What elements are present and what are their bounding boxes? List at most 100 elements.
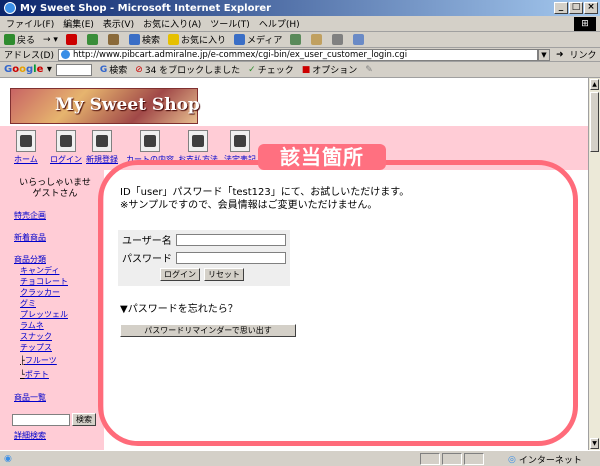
- cart-icon: [140, 130, 160, 152]
- popup-blocked-indicator[interactable]: ⊘ 34 をブロックしました: [135, 63, 240, 77]
- spell-check-button[interactable]: ✓ チェック: [248, 63, 294, 77]
- print-icon: [332, 34, 344, 45]
- scroll-up-button[interactable]: ▲: [590, 79, 599, 90]
- search-button[interactable]: 検索: [128, 33, 160, 46]
- address-dropdown-button[interactable]: ▼: [537, 48, 550, 61]
- minimize-button[interactable]: _: [554, 2, 568, 14]
- google-search-button[interactable]: G 検索: [99, 63, 127, 77]
- sidebar-item-ramune[interactable]: ラムネ: [20, 320, 44, 331]
- welcome-message: いらっしゃいませ ゲストさん: [19, 178, 91, 199]
- menu-file[interactable]: ファイル(F): [6, 17, 54, 30]
- address-url: http://www.pibcart.admiralne.jp/e-commex…: [72, 49, 408, 60]
- address-label: アドレス(D): [4, 51, 54, 61]
- address-input[interactable]: http://www.pibcart.admiralne.jp/e-commex…: [57, 48, 538, 61]
- ie-icon: [4, 2, 16, 14]
- home-button[interactable]: [107, 34, 121, 45]
- media-button[interactable]: メディア: [233, 33, 282, 46]
- status-bar: ◉ ◎ インターネット: [0, 450, 600, 466]
- forward-button[interactable]: → ▾: [43, 35, 58, 45]
- scroll-thumb[interactable]: [590, 92, 599, 152]
- sidebar-product-list[interactable]: 商品一覧: [14, 392, 46, 403]
- mail-icon: [311, 34, 323, 45]
- nav-register[interactable]: 新規登録: [86, 130, 118, 165]
- sidebar-new[interactable]: 新着商品: [14, 232, 46, 243]
- favorites-button[interactable]: お気に入り: [167, 33, 226, 46]
- menu-help[interactable]: ヘルプ(H): [259, 17, 300, 30]
- scroll-down-button[interactable]: ▼: [590, 438, 599, 449]
- stop-button[interactable]: [65, 34, 79, 45]
- sidebar-item-pretzel[interactable]: プレッツェル: [20, 309, 68, 320]
- menu-edit[interactable]: 編集(E): [63, 17, 94, 30]
- edit-icon: [353, 34, 365, 45]
- sidebar-advanced-search[interactable]: 詳細検索: [14, 430, 46, 441]
- home-icon: [15, 130, 36, 152]
- go-button[interactable]: ➜: [556, 50, 564, 60]
- window-title: My Sweet Shop - Microsoft Internet Explo…: [20, 2, 272, 14]
- pen-icon: [92, 130, 112, 152]
- window-controls: _ □ ×: [554, 2, 598, 14]
- page-content: My Sweet Shop ホーム ログイン 新規登録 カートの内容 お支払方法…: [0, 78, 588, 450]
- nav-home[interactable]: ホーム: [14, 130, 38, 165]
- toolbar: 戻る → ▾ 検索 お気に入り メディア: [0, 32, 600, 48]
- sidebar-item-fruit[interactable]: ├フルーツ: [20, 355, 57, 366]
- sidebar-item-cracker[interactable]: クラッカー: [20, 287, 60, 298]
- sidebar-item-chocolate[interactable]: チョコレート: [20, 276, 68, 287]
- stop-icon: [65, 34, 77, 45]
- popup-block-icon: ⊘: [135, 64, 143, 75]
- status-segment: [442, 453, 462, 465]
- search-icon: [128, 34, 140, 45]
- status-segment: [420, 453, 440, 465]
- nav-login[interactable]: ログイン: [50, 130, 82, 165]
- security-zone: ◎ インターネット: [508, 454, 582, 466]
- close-button[interactable]: ×: [584, 2, 598, 14]
- sidebar-search-input[interactable]: [12, 414, 70, 426]
- refresh-icon: [86, 34, 98, 45]
- highlight-label: 該当箇所: [258, 144, 386, 170]
- menu-view[interactable]: 表示(V): [103, 17, 134, 30]
- shop-logo[interactable]: My Sweet Shop: [10, 88, 200, 124]
- google-logo[interactable]: Google ▾: [4, 64, 52, 75]
- menu-bar: ファイル(F) 編集(E) 表示(V) お気に入り(A) ツール(T) ヘルプ(…: [0, 16, 600, 32]
- google-g-icon: G: [99, 64, 108, 75]
- sidebar-search-button[interactable]: 検索: [72, 413, 96, 426]
- mail-button[interactable]: [311, 34, 324, 45]
- media-icon: [233, 34, 245, 45]
- maximize-button[interactable]: □: [569, 2, 583, 14]
- edit-button[interactable]: [353, 34, 366, 45]
- sidebar-item-potato[interactable]: └ポテト: [20, 369, 49, 380]
- google-search-input[interactable]: [55, 63, 92, 76]
- sidebar-category[interactable]: 商品分類: [14, 254, 46, 265]
- status-segment: [464, 453, 484, 465]
- links-button[interactable]: リンク: [570, 48, 597, 61]
- menu-tools[interactable]: ツール(T): [210, 17, 250, 30]
- back-button[interactable]: 戻る: [4, 33, 35, 46]
- star-icon: [167, 34, 179, 45]
- sidebar-item-chips[interactable]: チップス: [20, 342, 52, 353]
- refresh-button[interactable]: [86, 34, 100, 45]
- back-arrow-icon: [4, 34, 15, 45]
- document-icon: [230, 130, 250, 152]
- home-icon: [107, 34, 119, 45]
- shop-logo-text: My Sweet Shop: [55, 95, 200, 115]
- highlight-frame: [98, 160, 578, 446]
- globe-icon: ◎: [508, 454, 516, 465]
- sidebar-item-candy[interactable]: キャンディ: [20, 265, 59, 276]
- windows-logo-icon: ⊞: [574, 17, 596, 31]
- menu-favorites[interactable]: お気に入り(A): [143, 17, 201, 30]
- history-button[interactable]: [290, 34, 303, 45]
- sidebar-special[interactable]: 特売企画: [14, 210, 46, 221]
- page-status-icon: ◉: [4, 453, 12, 464]
- google-toolbar: Google ▾ G 検索 ⊘ 34 をブロックしました ✓ チェック ■ オプ…: [0, 62, 600, 78]
- forward-arrow-icon: → ▾: [43, 34, 58, 45]
- history-icon: [290, 34, 302, 45]
- pencil-icon[interactable]: ✎: [365, 65, 373, 75]
- sidebar-item-snack[interactable]: スナック: [20, 331, 52, 342]
- vertical-scrollbar[interactable]: ▲ ▼: [588, 78, 600, 450]
- options-icon: ■: [301, 64, 311, 75]
- options-button[interactable]: ■ オプション: [301, 63, 358, 77]
- address-bar: アドレス(D) http://www.pibcart.admiralne.jp/…: [0, 48, 600, 62]
- print-button[interactable]: [332, 34, 345, 45]
- door-icon: [56, 130, 76, 152]
- yen-icon: [188, 130, 208, 152]
- sidebar-item-gummy[interactable]: グミ: [20, 298, 36, 309]
